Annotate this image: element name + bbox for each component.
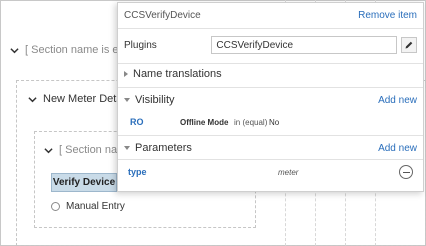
panel-header: CCSVerifyDevice Remove item xyxy=(118,3,423,29)
verify-device-button[interactable]: Verify Device xyxy=(51,173,117,192)
pencil-icon xyxy=(405,41,413,49)
divider xyxy=(118,87,423,88)
parameters-header[interactable]: Parameters Add new xyxy=(118,139,423,157)
plugins-input[interactable] xyxy=(211,36,398,54)
parameters-title: Parameters xyxy=(135,142,192,154)
manual-entry-label: Manual Entry xyxy=(66,201,125,212)
expand-arrow-icon xyxy=(124,71,128,77)
properties-panel: CCSVerifyDevice Remove item Plugins Name… xyxy=(117,2,424,192)
edit-plugin-button[interactable] xyxy=(401,37,418,53)
collapse-arrow-icon xyxy=(124,146,130,150)
visibility-title: Visibility xyxy=(135,94,175,106)
chevron-down-icon xyxy=(44,147,53,153)
plugins-label: Plugins xyxy=(124,39,157,51)
name-translations-label: Name translations xyxy=(133,68,222,80)
divider xyxy=(118,135,423,136)
visibility-header[interactable]: Visibility Add new xyxy=(118,91,423,109)
chevron-down-icon xyxy=(28,96,37,102)
collapse-arrow-icon xyxy=(124,98,130,102)
remove-parameter-button[interactable] xyxy=(399,165,413,179)
rule-name: RO xyxy=(130,117,144,127)
parameters-add-new-link[interactable]: Add new xyxy=(378,143,417,154)
rule-operator: in (equal) xyxy=(234,117,268,127)
rule-field: Offline Mode xyxy=(180,117,229,127)
parameter-name: type xyxy=(128,167,147,177)
rule-value: No xyxy=(269,117,280,127)
plugins-row: Plugins xyxy=(118,33,423,57)
outer-section-header[interactable]: [ Section name is emp xyxy=(10,44,134,56)
divider xyxy=(118,159,423,160)
minus-icon xyxy=(402,171,410,173)
visibility-add-new-link[interactable]: Add new xyxy=(378,95,417,106)
inner-section-header[interactable]: [ Section nam xyxy=(44,144,126,156)
manual-entry-option[interactable]: Manual Entry xyxy=(51,201,125,212)
remove-item-link[interactable]: Remove item xyxy=(358,10,417,21)
parameter-row[interactable]: type meter xyxy=(118,163,423,181)
divider xyxy=(118,63,423,64)
parameter-value: meter xyxy=(278,167,299,177)
panel-title: CCSVerifyDevice xyxy=(124,10,201,21)
name-translations-header[interactable]: Name translations xyxy=(118,65,423,83)
chevron-down-icon xyxy=(10,47,19,53)
visibility-rule-row[interactable]: RO Offline Mode in (equal) No xyxy=(118,115,423,129)
radio-button[interactable] xyxy=(51,202,60,211)
